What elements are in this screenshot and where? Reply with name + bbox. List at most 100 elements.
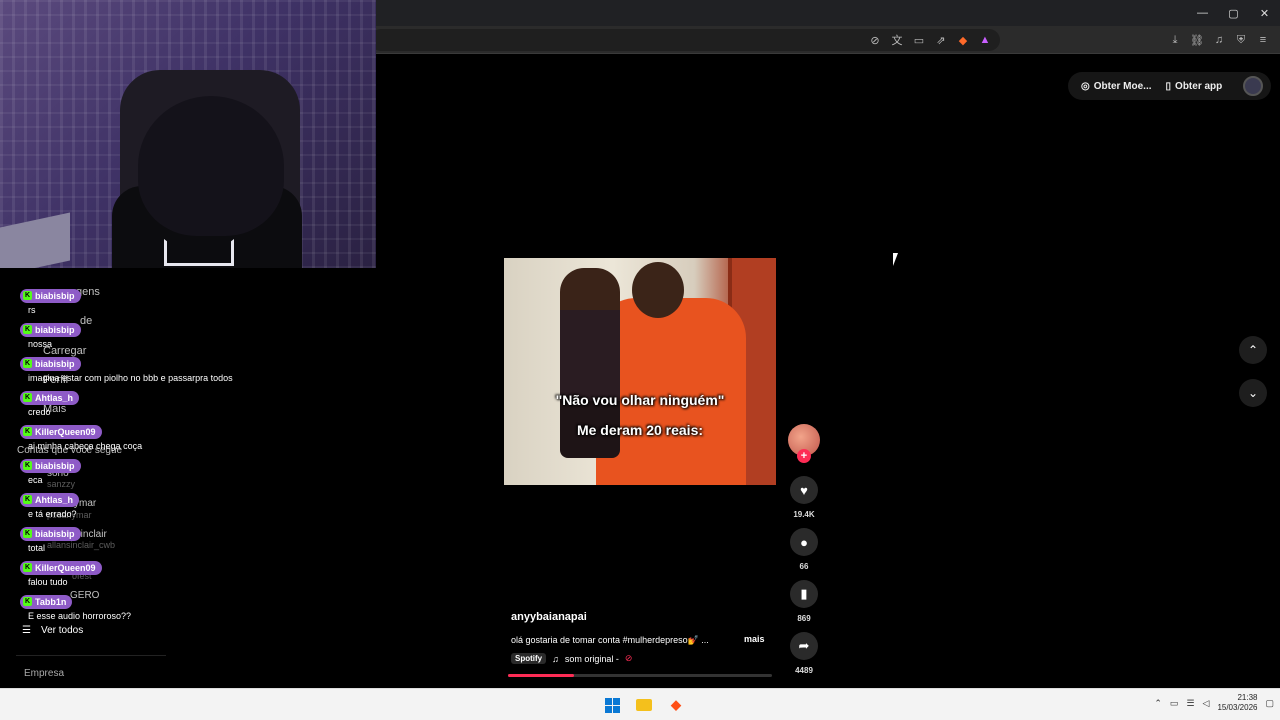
brave-rewards-icon[interactable]: ▲ [976,29,994,51]
get-app-button[interactable]: ▯ Obter app [1161,81,1228,92]
chat-text: eca [28,474,43,485]
chat-username-badge: Kbiabisbip [20,288,81,303]
download-icon[interactable]: ⤓ [1166,29,1184,51]
video-progress-bar[interactable] [508,674,772,677]
chevron-down-icon: ⌄ [1247,386,1259,400]
spotify-badge[interactable]: Spotify [511,653,547,664]
kick-icon: K [23,495,32,504]
phone-icon: ▯ [1165,80,1172,92]
chat-username: Tabb1n [35,596,67,607]
chat-message: Kbiabisbip eca [20,454,81,485]
more-button[interactable]: mais [744,634,765,644]
browser-toolbar-icons: ⤓ ⛓ ♫ ⛨ ≡ [1166,29,1272,51]
share-arrow-icon[interactable]: ➦ [790,632,818,660]
heart-icon[interactable]: ♥ [790,476,818,504]
chat-username: Ahtlas_h [35,494,74,505]
start-button[interactable] [600,693,624,717]
comment-action[interactable]: ● 66 [790,528,818,571]
chat-username: biabisbip [35,290,75,301]
sidebar-item-live[interactable]: de [80,315,92,327]
webcam-person-head [138,96,284,236]
footer-company-link[interactable]: Empresa [24,668,64,679]
clock-time: 21:38 [1237,693,1258,702]
list-icon: ☰ [22,625,31,636]
chat-username: KillerQueen09 [35,562,96,573]
chat-username: biabisbip [35,460,75,471]
share-count: 4489 [795,666,813,675]
video-description: olá gostaria de tomar conta #mulherdepre… [511,635,709,645]
mouse-cursor [893,253,903,266]
save-count: 869 [797,614,811,623]
chat-text: ai minha cabeça chega coça [28,440,143,451]
notification-icon[interactable]: ▢ [1265,698,1274,709]
next-video-button[interactable]: ⌄ [1239,379,1267,407]
chat-text: credo [28,406,51,417]
sound-row[interactable]: Spotify ♫ som original - ⊘ [511,653,632,664]
chat-message: Kbiabisbip rs [20,284,81,315]
translate-off-icon[interactable]: ⊘ [866,29,884,51]
like-action[interactable]: ♥ 19.4K [790,476,818,519]
kick-icon: K [23,393,32,402]
kick-icon: K [23,597,32,606]
volume-icon[interactable]: ◁ [1203,698,1210,709]
get-coins-button[interactable]: ◎ Obter Moe... [1076,81,1157,92]
comment-icon[interactable]: ● [790,528,818,556]
system-clock[interactable]: 21:38 15/03/2026 [1217,693,1257,713]
kick-icon: K [23,427,32,436]
get-coins-label: Obter Moe... [1093,80,1152,92]
profile-avatar[interactable] [1243,76,1264,96]
music-icon[interactable]: ♫ [1210,29,1228,51]
chat-username: KillerQueen09 [35,426,96,437]
link-icon[interactable]: ⛓ [1188,29,1206,51]
see-all-following-button[interactable]: ☰ Ver todos [22,625,83,636]
vpn-icon[interactable]: ⛨ [1232,29,1250,51]
share-action[interactable]: ➦ 4489 [790,632,818,675]
bookmark-icon[interactable]: ▮ [790,580,818,608]
kick-icon: K [23,359,32,368]
chat-username-badge: K Tabb1n [20,594,73,609]
wifi-icon[interactable]: ☰ [1186,698,1194,709]
follow-plus-icon[interactable]: + [797,449,811,463]
webcam-overlay [0,0,376,268]
save-action[interactable]: ▮ 869 [790,580,818,623]
file-explorer-button[interactable] [632,693,656,717]
windows-taskbar: ◆ ⌃ ▭ ☰ ◁ 21:38 15/03/2026 ▢ [0,688,1280,720]
maximize-button[interactable]: ▢ [1218,0,1249,26]
chat-username-badge: Kbiabisbip [20,526,81,541]
brave-shields-icon[interactable]: ◆ [954,29,972,51]
translate-icon[interactable]: 文 [888,29,906,51]
chat-username: biabisbip [35,528,75,539]
sound-label[interactable]: som original - [565,654,619,664]
video-man-head [632,262,684,318]
chat-username: biabisbip [35,358,75,369]
windows-logo-icon [604,697,620,713]
chat-text: e tá errado? [28,508,77,519]
chat-message: Kbiabisbip imagina estar com piolho no b… [20,352,233,383]
like-count: 19.4K [793,510,815,519]
minimize-button[interactable]: — [1187,0,1218,26]
chat-username: biabisbip [35,324,75,335]
chat-username-badge: K KillerQueen09 [20,424,102,439]
sidebar-divider [16,655,166,656]
video-author[interactable]: anyybaianapai [511,611,587,623]
menu-icon[interactable]: ≡ [1254,29,1272,51]
chat-message: K KillerQueen09 falou tudo [20,556,102,587]
kick-icon: K [23,325,32,334]
video-player[interactable]: "Não vou olhar ninguém" Me deram 20 reai… [504,258,776,485]
chat-text: rs [28,304,36,315]
cast-icon[interactable]: ▭ [910,29,928,51]
system-tray: ⌃ ▭ ☰ ◁ 21:38 15/03/2026 ▢ [1154,693,1274,713]
get-app-label: Obter app [1175,80,1223,92]
chat-text: E esse audio horroroso?? [28,610,132,621]
previous-video-button[interactable]: ⌃ [1239,336,1267,364]
coin-icon: ◎ [1081,80,1090,92]
network-icon[interactable]: ▭ [1170,698,1179,709]
chat-message: K Ahtlas_h credo [20,386,80,417]
blocked-icon: ⊘ [624,653,633,663]
screen: — ▢ ✕ ⊘ 文 ▭ ⇗ ◆ ▲ ⤓ ⛓ ♫ ⛨ ≡ ◎ Obter Moe.… [0,0,1280,720]
brave-browser-button[interactable]: ◆ [664,693,688,717]
share-icon[interactable]: ⇗ [932,29,950,51]
chat-text: imagina estar com piolho no bbb e passar… [28,372,233,383]
chevron-up-icon[interactable]: ⌃ [1154,698,1162,709]
close-window-button[interactable]: ✕ [1249,0,1280,26]
